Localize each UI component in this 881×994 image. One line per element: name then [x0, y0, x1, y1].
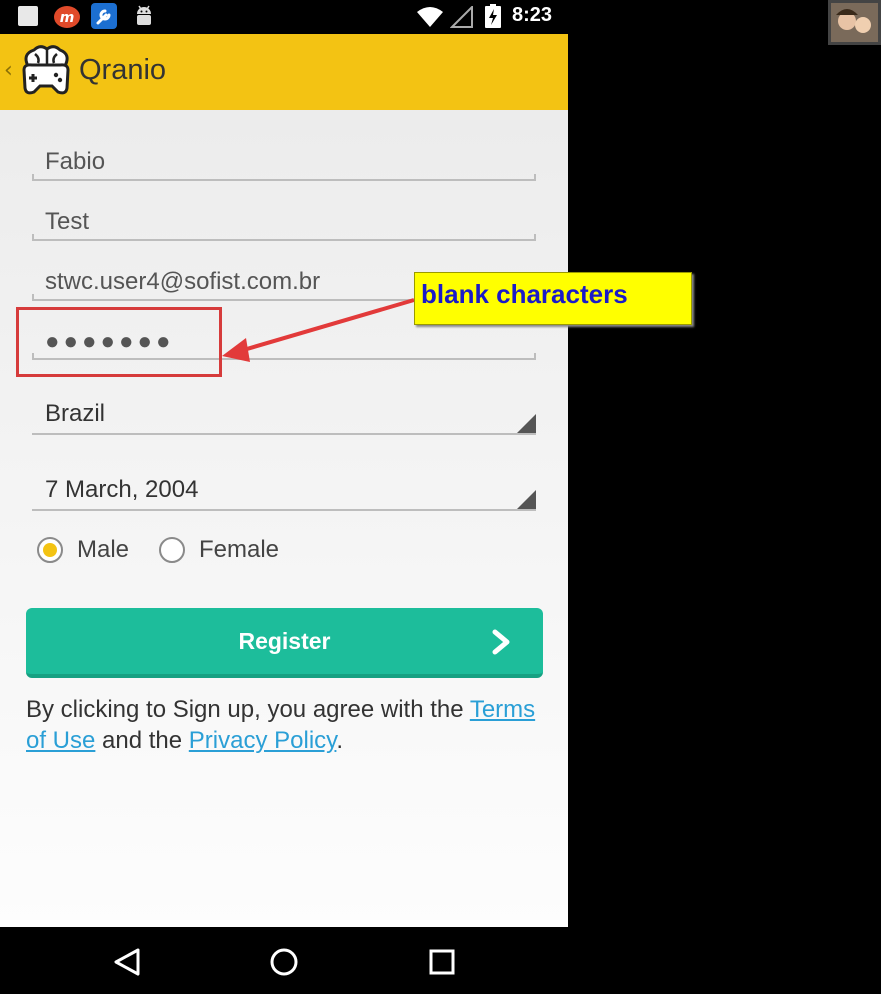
android-icon [137, 5, 151, 25]
register-button[interactable]: Register [26, 608, 543, 678]
legal-prefix: By clicking to Sign up, you agree with t… [26, 696, 470, 723]
signal-icon [450, 6, 473, 28]
chevron-left-icon[interactable]: ‹ [4, 58, 13, 83]
country-value: Brazil [45, 400, 106, 427]
back-triangle-icon[interactable] [112, 947, 142, 977]
legal-middle: and the [95, 727, 189, 754]
status-time: 8:23 [512, 4, 553, 26]
birth-date-select[interactable]: 7 March, 2004 [32, 476, 536, 522]
last-name-field[interactable]: Test [32, 206, 536, 254]
battery-charging-icon [485, 4, 501, 28]
dropdown-triangle-icon [517, 414, 536, 433]
notification-square-icon [18, 6, 38, 26]
field-underline [32, 174, 536, 181]
m-app-icon: m [54, 6, 80, 28]
dropdown-triangle-icon [517, 490, 536, 509]
annotation-highlight-box [16, 307, 222, 377]
gender-male-radio[interactable]: Male [37, 536, 137, 566]
recents-square-icon[interactable] [427, 947, 457, 977]
gender-female-label: Female [199, 536, 280, 563]
navigation-bar [0, 927, 881, 994]
first-name-value: Fabio [45, 148, 106, 175]
annotation-callout: blank characters [414, 272, 692, 325]
spinner-underline [32, 433, 536, 435]
svg-text:m: m [60, 10, 75, 26]
field-underline [32, 234, 536, 241]
last-name-value: Test [45, 208, 90, 235]
radio-unchecked-icon [159, 537, 185, 563]
avatar [828, 0, 881, 45]
radio-checked-icon [37, 537, 63, 563]
email-value: stwc.user4@sofist.com.br [45, 268, 321, 295]
legal-suffix: . [336, 727, 344, 754]
wifi-icon [417, 7, 443, 27]
spinner-underline [32, 509, 536, 511]
first-name-field[interactable]: Fabio [32, 146, 536, 194]
privacy-link[interactable]: Privacy Policy [189, 727, 337, 754]
status-bar: m 8:23 [0, 0, 568, 34]
registration-form: Fabio Test stwc.user4@sofist.com.br ●●●●… [0, 110, 568, 927]
brain-gamepad-logo[interactable] [20, 44, 72, 98]
legal-text: By clicking to Sign up, you agree with t… [26, 694, 546, 756]
chevron-right-icon [492, 629, 510, 655]
register-button-label: Register [238, 628, 331, 654]
gender-male-label: Male [77, 536, 130, 563]
action-bar: ‹ Qranio [0, 34, 568, 110]
birth-date-value: 7 March, 2004 [45, 476, 199, 503]
gender-female-radio[interactable]: Female [159, 536, 289, 566]
app-title: Qranio [79, 54, 167, 86]
tool-icon [91, 3, 117, 29]
gender-radio-group: Male Female [37, 536, 337, 566]
country-select[interactable]: Brazil [32, 400, 536, 446]
callout-text: blank characters [421, 279, 628, 309]
home-circle-icon[interactable] [269, 947, 299, 977]
